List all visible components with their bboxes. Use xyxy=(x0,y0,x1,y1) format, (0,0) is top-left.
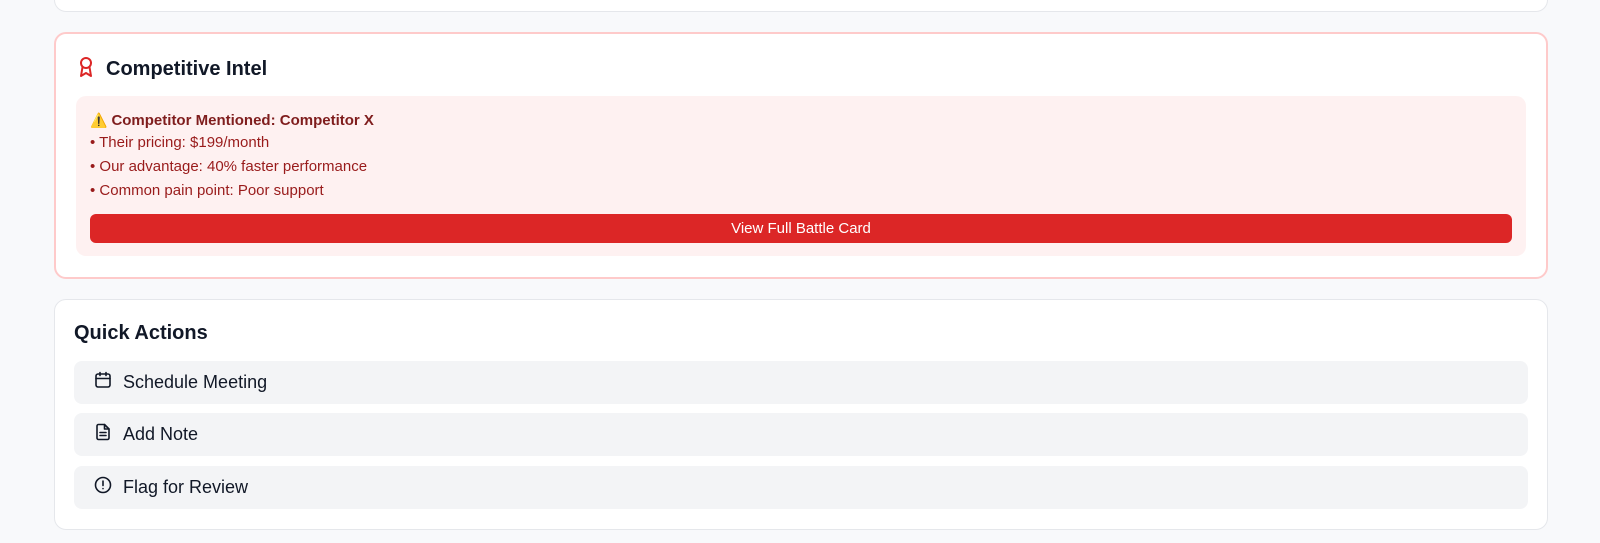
add-note-label: Add Note xyxy=(123,424,199,444)
competitor-alert-title: Competitor Mentioned: Competitor X xyxy=(111,111,374,129)
schedule-meeting-label: Schedule Meeting xyxy=(123,372,268,392)
previous-card xyxy=(54,0,1548,12)
competitive-intel-title: Competitive Intel xyxy=(106,58,268,80)
view-battle-card-button[interactable]: View Full Battle Card xyxy=(90,214,1512,243)
document-icon xyxy=(94,423,112,446)
competitor-alert-title-row: ⚠️ Competitor Mentioned: Competitor X xyxy=(90,110,1512,130)
flag-for-review-button[interactable]: Flag for Review xyxy=(74,466,1528,509)
competitor-alert: ⚠️ Competitor Mentioned: Competitor X • … xyxy=(76,96,1526,256)
warning-icon: ⚠️ xyxy=(90,111,108,128)
alert-circle-icon xyxy=(94,476,112,499)
calendar-icon xyxy=(94,371,112,394)
schedule-meeting-button[interactable]: Schedule Meeting xyxy=(74,361,1528,404)
add-note-button[interactable]: Add Note xyxy=(74,413,1528,456)
quick-actions-card: Quick Actions Schedule Meeting Add Note … xyxy=(54,299,1548,530)
competitive-intel-header: Competitive Intel xyxy=(76,56,267,83)
award-icon xyxy=(76,56,96,83)
competitive-advantage: • Our advantage: 40% faster performance xyxy=(90,158,368,175)
flag-for-review-label: Flag for Review xyxy=(123,477,249,497)
competitor-pricing: • Their pricing: $199/month xyxy=(90,134,270,151)
competitive-intel-card: Competitive Intel ⚠️ Competitor Mentione… xyxy=(54,32,1548,279)
quick-actions-title: Quick Actions xyxy=(74,322,208,344)
competitor-pain-point: • Common pain point: Poor support xyxy=(90,182,324,199)
